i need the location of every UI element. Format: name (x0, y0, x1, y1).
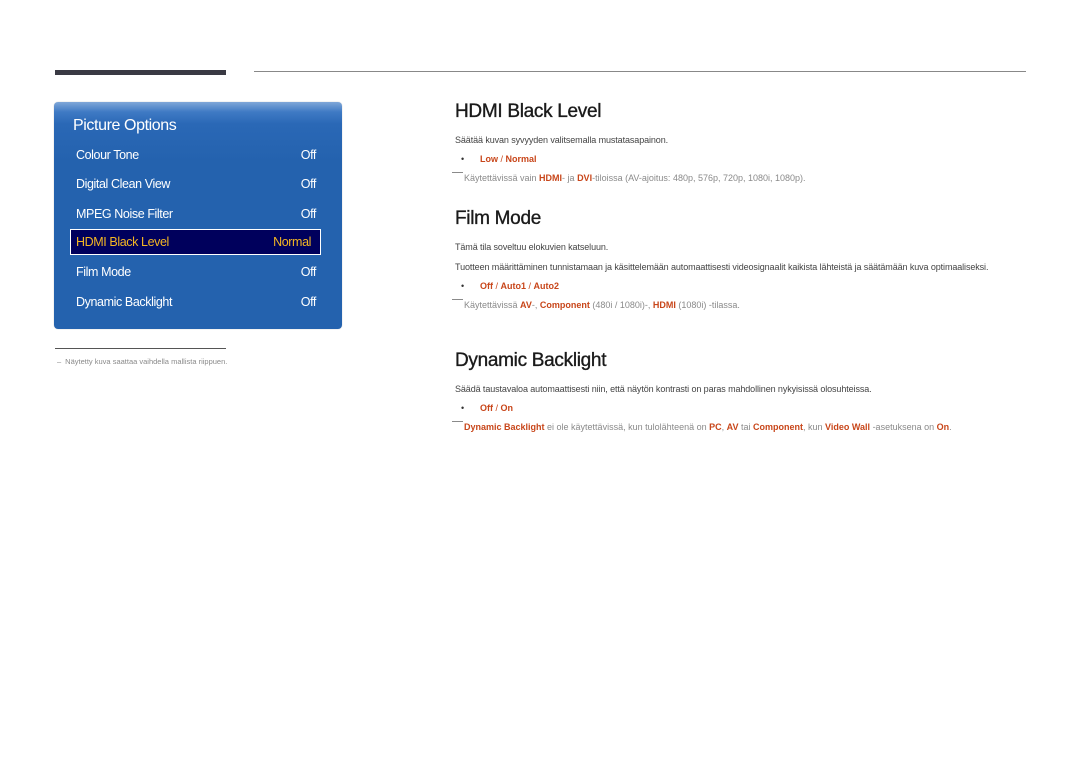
note-highlight: AV (520, 300, 532, 310)
section-hdmi-black-level: HDMI Black Level Säätää kuvan syvyyden v… (452, 101, 1035, 185)
note-highlight: PC (709, 422, 722, 432)
option-separator: / (493, 281, 501, 291)
note-highlight: DVI (577, 173, 593, 183)
menu-item-value: Normal (273, 235, 311, 249)
note-text: - ja (562, 173, 578, 183)
section-film-mode: Film Mode Tämä tila soveltuu elokuvien k… (452, 208, 1035, 312)
section-note: Käytettävissä vain HDMI- ja DVI-tiloissa… (452, 171, 1032, 185)
menu-item-mpeg-noise-filter[interactable]: MPEG Noise Filter Off (76, 203, 316, 227)
note-highlight: HDMI (539, 173, 563, 183)
note-text: -tiloissa (AV-ajoitus: 480p, 576p, 720p,… (592, 173, 806, 183)
note-icon (452, 421, 463, 422)
menu-item-value: Off (300, 148, 317, 162)
footnote: – Näytetty kuva saattaa vaihdella mallist… (57, 357, 227, 366)
note-highlight: HDMI (652, 300, 676, 310)
option-normal: Normal (505, 154, 537, 164)
option-separator: / (526, 281, 534, 291)
options-list: • Off / Auto1 / Auto2 (455, 279, 1035, 293)
note-text: . (949, 422, 952, 432)
section-description: Tämä tila soveltuu elokuvien katseluun. (455, 242, 609, 252)
menu-item-digital-clean-view[interactable]: Digital Clean View Off (76, 173, 316, 197)
note-text: tai (738, 422, 754, 432)
menu-item-label: MPEG Noise Filter (76, 207, 173, 221)
options-list: • Off / On (455, 401, 1035, 415)
note-highlight: AV (726, 422, 739, 432)
menu-item-colour-tone[interactable]: Colour Tone Off (76, 144, 316, 168)
panel-title: Picture Options (73, 117, 177, 134)
note-icon (452, 299, 463, 300)
menu-item-value: Off (300, 265, 317, 279)
bullet-icon: • (461, 154, 465, 164)
menu-item-label: Digital Clean View (76, 177, 171, 191)
note-text: Käytettävissä vain (464, 173, 540, 183)
footnote-rule (55, 348, 226, 349)
option-separator: / (498, 154, 506, 164)
note-text: , kun (803, 422, 826, 432)
menu-item-value: Off (300, 177, 317, 191)
menu-item-hdmi-black-level[interactable]: HDMI Black Level Normal (70, 229, 321, 255)
note-highlight: On (936, 422, 950, 432)
header-rule-thick (55, 70, 226, 75)
footnote-dash: – (57, 357, 62, 366)
section-note: Käytettävissä AV-, Component (480i / 108… (452, 298, 1032, 312)
picture-options-panel: Picture Options Colour Tone Off Digital … (54, 102, 342, 329)
option-off: Off (480, 281, 493, 291)
section-description: Säädä taustavaloa automaattisesti niin, … (455, 384, 872, 394)
section-description: Tuotteen määrittäminen tunnistamaan ja k… (455, 262, 989, 272)
note-text: (480i / 1080i)-, (589, 300, 653, 310)
note-text: Käytettävissä (464, 300, 521, 310)
option-off: Off (480, 403, 493, 413)
section-note: Dynamic Backlight ei ole käytettävissä, … (452, 420, 1032, 434)
options-list: • Low / Normal (455, 152, 1035, 166)
note-text: -, (531, 300, 540, 310)
menu-item-dynamic-backlight[interactable]: Dynamic Backlight Off (76, 291, 316, 315)
note-highlight: Dynamic Backlight (464, 422, 545, 432)
menu-item-film-mode[interactable]: Film Mode Off (76, 261, 316, 285)
bullet-icon: • (461, 403, 465, 413)
note-text: ei ole käytettävissä, kun tulolähteenä o… (544, 422, 710, 432)
option-low: Low (480, 154, 498, 164)
bullet-icon: • (461, 281, 465, 291)
menu-item-label: Film Mode (76, 265, 131, 279)
menu-item-value: Off (300, 295, 317, 309)
option-on: On (500, 403, 514, 413)
header-rule-thin (254, 71, 1026, 72)
section-dynamic-backlight: Dynamic Backlight Säädä taustavaloa auto… (452, 350, 1035, 434)
menu-item-value: Off (300, 207, 317, 221)
section-title: Dynamic Backlight (455, 350, 607, 371)
note-text: -asetuksena on (870, 422, 937, 432)
menu-item-label: Dynamic Backlight (76, 295, 173, 309)
menu-item-label: Colour Tone (76, 148, 139, 162)
note-icon (452, 172, 463, 173)
note-text: (1080i) -tilassa. (675, 300, 740, 310)
note-highlight: Component (539, 300, 590, 310)
note-highlight: Video Wall (825, 422, 871, 432)
option-auto2: Auto2 (533, 281, 560, 291)
option-auto1: Auto1 (500, 281, 527, 291)
note-highlight: Component (753, 422, 804, 432)
menu-item-label: HDMI Black Level (76, 235, 169, 249)
section-description: Säätää kuvan syvyyden valitsemalla musta… (455, 135, 669, 145)
footnote-text: Näytetty kuva saattaa vaihdella mallista… (65, 357, 228, 366)
option-separator: / (493, 403, 501, 413)
section-title: Film Mode (455, 208, 542, 229)
section-title: HDMI Black Level (455, 101, 602, 122)
